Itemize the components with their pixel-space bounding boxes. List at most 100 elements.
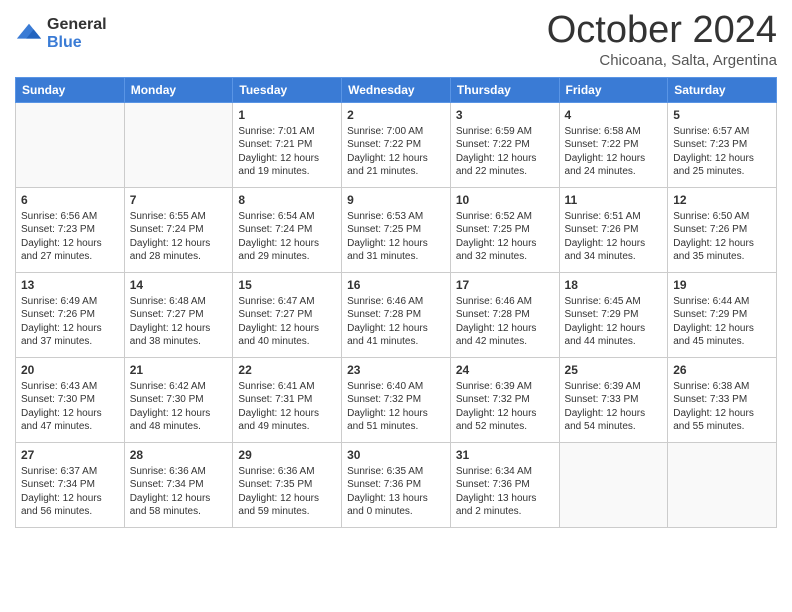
calendar-cell — [559, 442, 668, 527]
day-number: 30 — [347, 447, 445, 463]
day-number: 19 — [673, 277, 771, 293]
day-info: Sunrise: 6:50 AM Sunset: 7:26 PM Dayligh… — [673, 210, 771, 264]
day-number: 27 — [21, 447, 119, 463]
calendar-cell: 22 Sunrise: 6:41 AM Sunset: 7:31 PM Dayli… — [233, 357, 342, 442]
logo-icon — [15, 20, 43, 48]
weekday-header: Monday — [124, 77, 233, 102]
calendar-cell — [124, 102, 233, 187]
calendar-cell: 21Sunrise: 6:42 AM Sunset: 7:30 PM Dayli… — [124, 357, 233, 442]
day-number: 1 — [238, 107, 336, 123]
day-number: 5 — [673, 107, 771, 123]
day-number: 6 — [21, 192, 119, 208]
day-number: 25 — [565, 362, 663, 378]
day-info: Sunrise: 6:38 AM Sunset: 7:33 PM Dayligh… — [673, 380, 771, 434]
day-number: 26 — [673, 362, 771, 378]
calendar-cell: 14 Sunrise: 6:48 AM Sunset: 7:27 PM Dayli… — [124, 272, 233, 357]
calendar-cell: 17 Sunrise: 6:46 AM Sunset: 7:28 PM Dayli… — [450, 272, 559, 357]
calendar-cell: 19Sunrise: 6:44 AM Sunset: 7:29 PM Dayli… — [668, 272, 777, 357]
day-number: 22 — [238, 362, 336, 378]
logo-general-text: General — [47, 16, 107, 34]
day-info: Sunrise: 6:53 AM Sunset: 7:25 PM Dayligh… — [347, 210, 445, 264]
calendar-cell: 2 Sunrise: 7:00 AM Sunset: 7:22 PM Daylig… — [342, 102, 451, 187]
calendar-cell: 1 Sunrise: 7:01 AM Sunset: 7:21 PM Daylig… — [233, 102, 342, 187]
day-number: 9 — [347, 192, 445, 208]
day-info: Sunrise: 6:47 AM Sunset: 7:27 PM Dayligh… — [238, 295, 336, 349]
day-number: 2 — [347, 107, 445, 123]
day-info: Sunrise: 6:39 AM Sunset: 7:32 PM Dayligh… — [456, 380, 554, 434]
calendar-cell: 24 Sunrise: 6:39 AM Sunset: 7:32 PM Dayli… — [450, 357, 559, 442]
day-number: 17 — [456, 277, 554, 293]
week-row: 1 Sunrise: 7:01 AM Sunset: 7:21 PM Daylig… — [16, 102, 777, 187]
day-info: Sunrise: 6:45 AM Sunset: 7:29 PM Dayligh… — [565, 295, 663, 349]
day-info: Sunrise: 6:57 AM Sunset: 7:23 PM Dayligh… — [673, 125, 771, 179]
day-info: Sunrise: 6:49 AM Sunset: 7:26 PM Dayligh… — [21, 295, 119, 349]
calendar-cell: 4Sunrise: 6:58 AM Sunset: 7:22 PM Daylig… — [559, 102, 668, 187]
day-number: 14 — [130, 277, 228, 293]
calendar-cell: 29 Sunrise: 6:36 AM Sunset: 7:35 PM Dayli… — [233, 442, 342, 527]
day-info: Sunrise: 6:39 AM Sunset: 7:33 PM Dayligh… — [565, 380, 663, 434]
weekday-header: Thursday — [450, 77, 559, 102]
day-number: 23 — [347, 362, 445, 378]
week-row: 13 Sunrise: 6:49 AM Sunset: 7:26 PM Dayli… — [16, 272, 777, 357]
day-info: Sunrise: 7:00 AM Sunset: 7:22 PM Dayligh… — [347, 125, 445, 179]
day-info: Sunrise: 6:56 AM Sunset: 7:23 PM Dayligh… — [21, 210, 119, 264]
calendar-cell: 30Sunrise: 6:35 AM Sunset: 7:36 PM Dayli… — [342, 442, 451, 527]
day-info: Sunrise: 6:42 AM Sunset: 7:30 PM Dayligh… — [130, 380, 228, 434]
day-number: 31 — [456, 447, 554, 463]
logo-blue-text: Blue — [47, 34, 107, 52]
day-number: 12 — [673, 192, 771, 208]
calendar-cell: 3Sunrise: 6:59 AM Sunset: 7:22 PM Daylig… — [450, 102, 559, 187]
weekday-header: Wednesday — [342, 77, 451, 102]
day-info: Sunrise: 6:46 AM Sunset: 7:28 PM Dayligh… — [347, 295, 445, 349]
day-info: Sunrise: 6:54 AM Sunset: 7:24 PM Dayligh… — [238, 210, 336, 264]
day-number: 24 — [456, 362, 554, 378]
calendar-cell: 18Sunrise: 6:45 AM Sunset: 7:29 PM Dayli… — [559, 272, 668, 357]
calendar-cell: 28Sunrise: 6:36 AM Sunset: 7:34 PM Dayli… — [124, 442, 233, 527]
day-number: 16 — [347, 277, 445, 293]
calendar-cell: 5 Sunrise: 6:57 AM Sunset: 7:23 PM Daylig… — [668, 102, 777, 187]
day-number: 7 — [130, 192, 228, 208]
calendar-cell: 13 Sunrise: 6:49 AM Sunset: 7:26 PM Dayli… — [16, 272, 125, 357]
logo: General Blue — [15, 16, 107, 51]
day-number: 13 — [21, 277, 119, 293]
subtitle: Chicoana, Salta, Argentina — [547, 52, 777, 69]
day-info: Sunrise: 6:46 AM Sunset: 7:28 PM Dayligh… — [456, 295, 554, 349]
day-number: 28 — [130, 447, 228, 463]
day-number: 11 — [565, 192, 663, 208]
calendar-cell — [668, 442, 777, 527]
weekday-header: Tuesday — [233, 77, 342, 102]
calendar-cell: 20 Sunrise: 6:43 AM Sunset: 7:30 PM Dayli… — [16, 357, 125, 442]
calendar-table: SundayMondayTuesdayWednesdayThursdayFrid… — [15, 77, 777, 528]
day-info: Sunrise: 7:01 AM Sunset: 7:21 PM Dayligh… — [238, 125, 336, 179]
calendar-cell: 23Sunrise: 6:40 AM Sunset: 7:32 PM Dayli… — [342, 357, 451, 442]
calendar-cell: 16 Sunrise: 6:46 AM Sunset: 7:28 PM Dayli… — [342, 272, 451, 357]
header: General Blue October 2024 Chicoana, Salt… — [15, 10, 777, 69]
calendar-cell: 9 Sunrise: 6:53 AM Sunset: 7:25 PM Daylig… — [342, 187, 451, 272]
calendar-cell: 26 Sunrise: 6:38 AM Sunset: 7:33 PM Dayli… — [668, 357, 777, 442]
day-info: Sunrise: 6:55 AM Sunset: 7:24 PM Dayligh… — [130, 210, 228, 264]
day-number: 4 — [565, 107, 663, 123]
weekday-header: Sunday — [16, 77, 125, 102]
day-info: Sunrise: 6:37 AM Sunset: 7:34 PM Dayligh… — [21, 465, 119, 519]
week-row: 20 Sunrise: 6:43 AM Sunset: 7:30 PM Dayli… — [16, 357, 777, 442]
logo-text: General Blue — [47, 16, 107, 51]
day-info: Sunrise: 6:43 AM Sunset: 7:30 PM Dayligh… — [21, 380, 119, 434]
calendar-cell: 15 Sunrise: 6:47 AM Sunset: 7:27 PM Dayli… — [233, 272, 342, 357]
calendar-cell: 11Sunrise: 6:51 AM Sunset: 7:26 PM Dayli… — [559, 187, 668, 272]
day-info: Sunrise: 6:36 AM Sunset: 7:35 PM Dayligh… — [238, 465, 336, 519]
page: General Blue October 2024 Chicoana, Salt… — [0, 0, 792, 612]
weekday-header: Saturday — [668, 77, 777, 102]
day-info: Sunrise: 6:48 AM Sunset: 7:27 PM Dayligh… — [130, 295, 228, 349]
day-info: Sunrise: 6:34 AM Sunset: 7:36 PM Dayligh… — [456, 465, 554, 519]
calendar-cell: 25 Sunrise: 6:39 AM Sunset: 7:33 PM Dayli… — [559, 357, 668, 442]
day-number: 3 — [456, 107, 554, 123]
day-number: 8 — [238, 192, 336, 208]
day-number: 20 — [21, 362, 119, 378]
day-number: 10 — [456, 192, 554, 208]
calendar-cell: 10Sunrise: 6:52 AM Sunset: 7:25 PM Dayli… — [450, 187, 559, 272]
day-number: 15 — [238, 277, 336, 293]
day-info: Sunrise: 6:41 AM Sunset: 7:31 PM Dayligh… — [238, 380, 336, 434]
title-block: October 2024 Chicoana, Salta, Argentina — [547, 10, 777, 69]
weekday-header-row: SundayMondayTuesdayWednesdayThursdayFrid… — [16, 77, 777, 102]
day-number: 29 — [238, 447, 336, 463]
